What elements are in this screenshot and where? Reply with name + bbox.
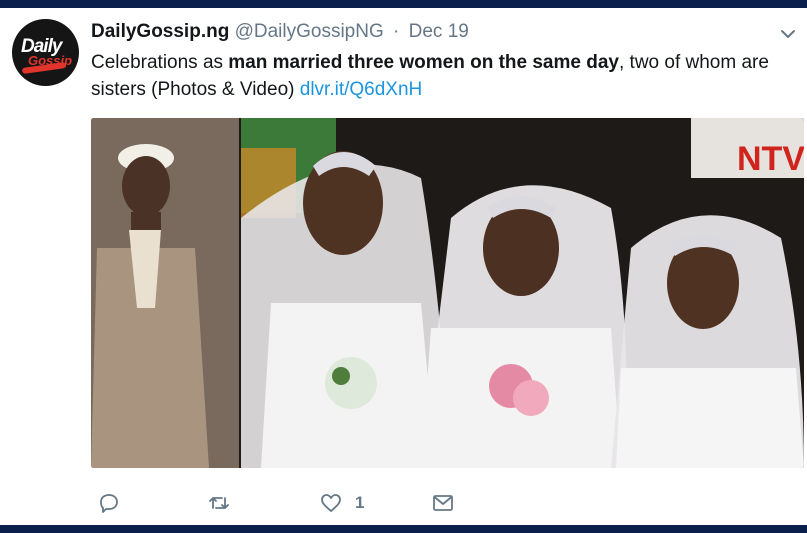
tweet-text-start: Celebrations as [91,52,229,73]
window-top-border [0,0,807,8]
like-button[interactable]: 1 [319,488,364,518]
photo-illustration: NTV [91,118,804,468]
display-name[interactable]: DailyGossip.ng [91,21,229,42]
heart-icon [321,494,341,512]
envelope-icon [433,495,453,511]
ntv-watermark: NTV [737,140,804,178]
tweet-date[interactable]: Dec 19 [409,21,469,42]
avatar[interactable]: Daily Gossip [12,19,79,86]
header-separator: · [393,21,400,42]
like-count: 1 [355,493,365,512]
retweet-icon [209,497,229,509]
direct-message-button[interactable] [431,488,455,518]
chevron-down-icon[interactable] [780,26,796,42]
reply-icon [100,494,118,513]
tweet-actions: 1 [91,488,571,518]
tweet-text: Celebrations as man married three women … [91,49,797,103]
tweet-photo[interactable]: NTV [91,118,804,468]
reply-button[interactable] [97,488,121,518]
tweet-header: DailyGossip.ng @DailyGossipNG · Dec 19 [91,21,469,43]
tweet-text-bold: man married three women on the same day [228,52,619,73]
window-bottom-border [0,525,807,533]
retweet-button[interactable] [207,488,231,518]
tweet-link[interactable]: dlvr.it/Q6dXnH [300,79,423,100]
user-handle[interactable]: @DailyGossipNG [235,21,384,42]
